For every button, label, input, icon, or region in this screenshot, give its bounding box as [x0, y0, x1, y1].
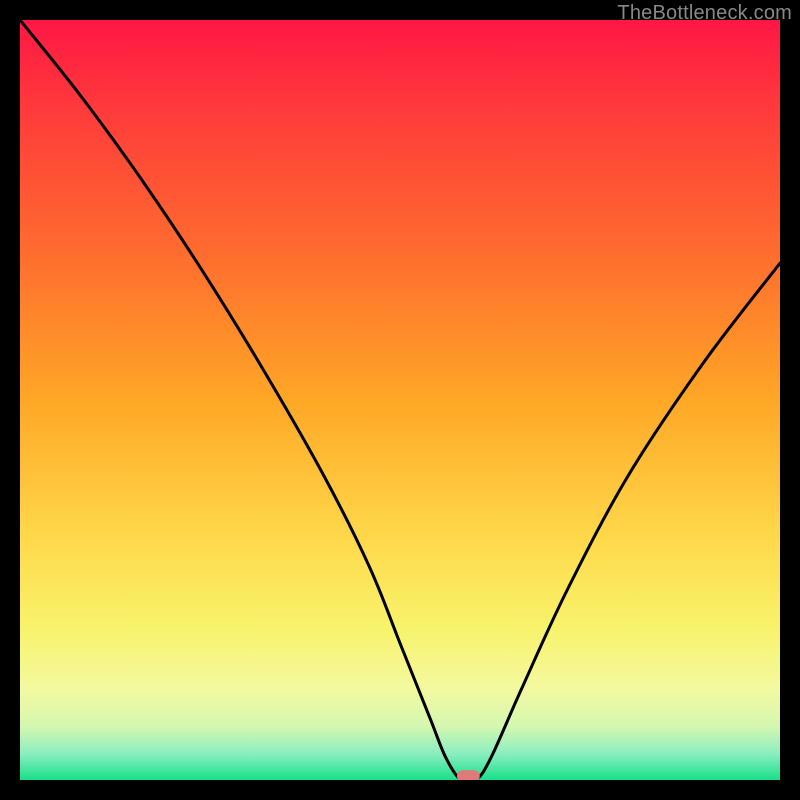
optimum-marker — [457, 770, 480, 780]
plot-area — [20, 20, 780, 780]
chart-frame: TheBottleneck.com — [0, 0, 800, 800]
bottleneck-chart — [20, 20, 780, 780]
watermark-text: TheBottleneck.com — [617, 2, 792, 25]
gradient-background — [20, 20, 780, 780]
